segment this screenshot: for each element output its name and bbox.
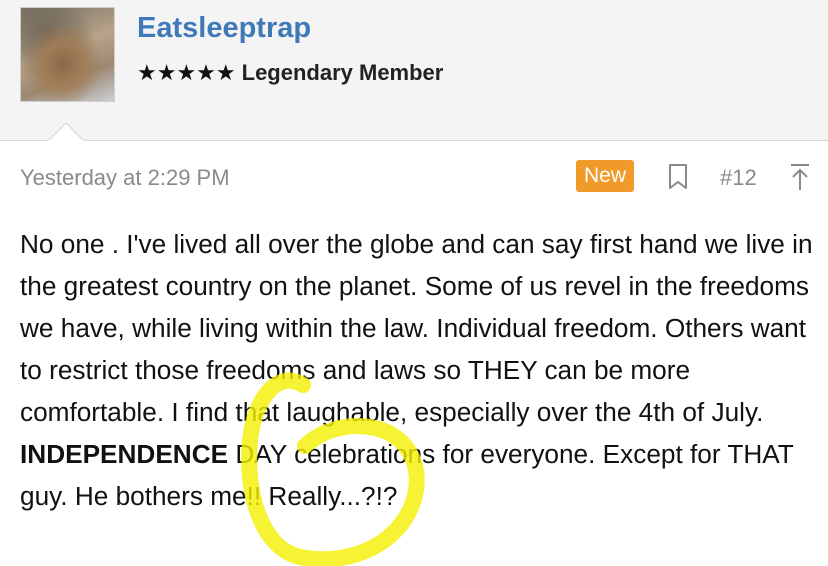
avatar[interactable]: [20, 7, 115, 102]
arrow-up-to-line-icon[interactable]: [788, 162, 812, 192]
rank-stars: ★★★★★: [137, 60, 236, 85]
post-text-bold: INDEPENDENCE: [20, 439, 229, 469]
new-badge: New: [576, 160, 634, 192]
message-pointer-arrow: [48, 122, 84, 141]
username-link[interactable]: Eatsleeptrap: [137, 12, 311, 45]
post-meta-row: Yesterday at 2:29 PM New #12: [0, 141, 828, 197]
member-rank: ★★★★★ Legendary Member: [137, 60, 443, 86]
post-timestamp[interactable]: Yesterday at 2:29 PM: [20, 165, 230, 191]
rank-label: Legendary Member: [241, 60, 444, 85]
bookmark-icon[interactable]: [667, 163, 689, 191]
post-body: No one . I've lived all over the globe a…: [20, 223, 820, 517]
post-number-link[interactable]: #12: [720, 165, 757, 191]
post-text-part1: No one . I've lived all over the globe a…: [20, 229, 813, 427]
post-text: No one . I've lived all over the globe a…: [20, 223, 820, 517]
user-info-header: Eatsleeptrap ★★★★★ Legendary Member: [0, 0, 828, 141]
